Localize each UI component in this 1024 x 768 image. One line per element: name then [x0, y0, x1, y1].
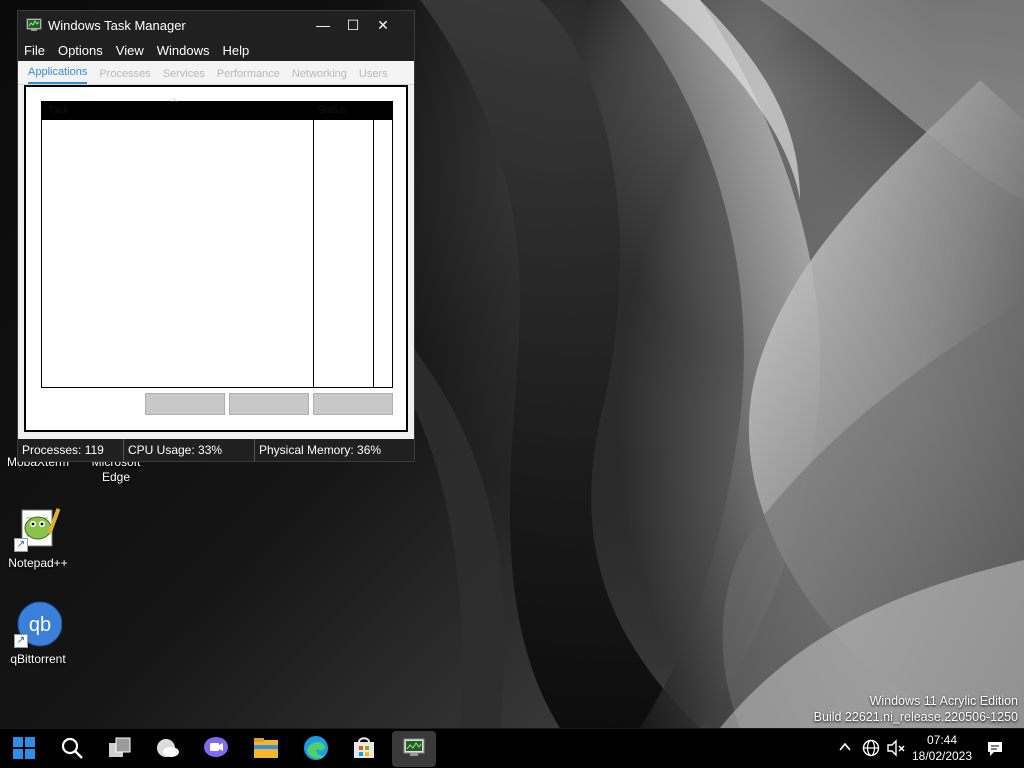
- applications-panel: Task ^ Status End Task Switch To New Tas…: [24, 85, 408, 432]
- menu-windows[interactable]: Windows: [157, 43, 210, 58]
- status-cpu: CPU Usage: 33%: [124, 439, 255, 461]
- network-button[interactable]: [862, 739, 880, 760]
- menu-file[interactable]: File: [24, 43, 45, 58]
- menu-bar: File Options View Windows Help: [18, 39, 414, 61]
- start-icon: [13, 736, 35, 762]
- sort-arrow-icon: ^: [172, 97, 177, 108]
- column-divider: [313, 102, 314, 387]
- status-bar: Processes: 119 CPU Usage: 33% Physical M…: [18, 439, 414, 461]
- task-manager-window: Windows Task Manager — ☐ ✕ File Options …: [17, 10, 415, 462]
- chevron-up-icon: [838, 742, 852, 757]
- window-title: Windows Task Manager: [48, 17, 186, 33]
- notification-icon: [986, 742, 1004, 761]
- chat-icon: [203, 736, 229, 763]
- svg-text:qb: qb: [29, 614, 51, 636]
- search-button[interactable]: [52, 731, 92, 767]
- tab-processes[interactable]: Processes: [99, 68, 150, 84]
- notepadpp-icon: ↗: [14, 504, 62, 552]
- network-icon: [862, 739, 880, 760]
- new-task-button[interactable]: New Task...: [313, 393, 393, 415]
- watermark-line2: Build 22621.ni_release.220506-1250: [813, 710, 1018, 724]
- column-task[interactable]: Task: [48, 105, 69, 116]
- desktop-icon-label: Notepad++: [8, 556, 68, 570]
- os-watermark: Windows 11 Acrylic Edition Build 22621.n…: [814, 693, 1018, 725]
- column-divider: [373, 102, 374, 387]
- status-processes: Processes: 119: [18, 439, 124, 461]
- shortcut-arrow-icon: ↗: [14, 634, 28, 648]
- tab-performance[interactable]: Performance: [217, 68, 280, 84]
- start-button[interactable]: [4, 731, 44, 767]
- tab-networking[interactable]: Networking: [292, 68, 347, 84]
- widgets-button[interactable]: [148, 731, 188, 767]
- tab-applications[interactable]: Applications: [28, 66, 88, 84]
- desktop-icon-notepadpp[interactable]: ↗ Notepad++: [0, 504, 76, 571]
- show-hidden-icons-button[interactable]: [838, 740, 852, 757]
- widgets-icon: [156, 736, 180, 763]
- notifications-button[interactable]: [986, 740, 1004, 761]
- shortcut-arrow-icon: ↗: [14, 538, 28, 552]
- tab-services[interactable]: Services: [163, 68, 205, 84]
- clock-time: 07:44: [926, 733, 958, 747]
- file-explorer-button[interactable]: [246, 731, 286, 767]
- status-memory: Physical Memory: 36%: [259, 443, 382, 457]
- taskbar: 07:44 18/02/2023: [0, 728, 1024, 768]
- desktop-icon-label-line2: Edge: [101, 470, 131, 484]
- menu-options[interactable]: Options: [58, 43, 103, 58]
- watermark-line1: Windows 11 Acrylic Edition: [869, 694, 1018, 708]
- title-bar[interactable]: Windows Task Manager — ☐ ✕: [18, 11, 414, 39]
- clock-date: 18/02/2023: [911, 749, 973, 763]
- column-status[interactable]: Status: [318, 105, 346, 116]
- volume-button[interactable]: [886, 739, 906, 760]
- task-list-header: Task ^ Status: [42, 97, 392, 120]
- task-manager-icon: [403, 738, 425, 761]
- end-task-button[interactable]: End Task: [145, 393, 225, 415]
- clock[interactable]: 07:44 18/02/2023: [908, 732, 976, 764]
- desktop-icon-label: qBittorrent: [10, 652, 66, 666]
- task-manager-app-icon: [26, 17, 42, 33]
- task-view-icon: [108, 737, 132, 762]
- menu-help[interactable]: Help: [222, 43, 249, 58]
- chat-button[interactable]: [196, 731, 236, 767]
- menu-view[interactable]: View: [116, 43, 144, 58]
- qbittorrent-icon: qb ↗: [14, 600, 63, 648]
- task-manager-taskbar-button[interactable]: [392, 731, 436, 767]
- store-icon: [352, 736, 376, 763]
- search-icon: [60, 736, 84, 763]
- close-button[interactable]: ✕: [368, 11, 398, 39]
- tab-strip: Applications Processes Services Performa…: [18, 61, 414, 85]
- edge-button[interactable]: [296, 731, 336, 767]
- store-button[interactable]: [344, 731, 384, 767]
- tab-users[interactable]: Users: [359, 68, 388, 84]
- switch-to-button[interactable]: Switch To: [229, 393, 309, 415]
- minimize-button[interactable]: —: [308, 11, 338, 39]
- task-view-button[interactable]: [100, 731, 140, 767]
- desktop-icon-qbittorrent[interactable]: qb ↗ qBittorrent: [0, 600, 76, 667]
- edge-icon: [303, 735, 329, 764]
- file-explorer-icon: [253, 737, 279, 762]
- task-list[interactable]: Task ^ Status: [41, 97, 393, 388]
- maximize-button[interactable]: ☐: [338, 11, 368, 39]
- volume-muted-icon: [886, 739, 906, 760]
